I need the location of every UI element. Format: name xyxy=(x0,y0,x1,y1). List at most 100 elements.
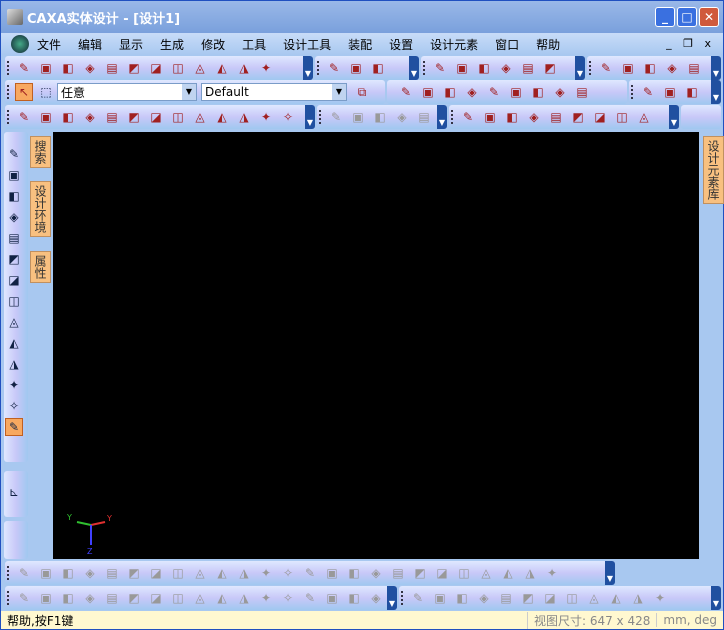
binoculars-icon[interactable]: ◭ xyxy=(213,59,231,77)
parallel-icon[interactable]: ◫ xyxy=(169,589,187,607)
feature3-icon[interactable]: ◧ xyxy=(371,108,389,126)
rotate2-icon[interactable]: ◧ xyxy=(453,589,471,607)
line3-icon[interactable]: ◧ xyxy=(59,564,77,582)
triball-icon[interactable]: ▣ xyxy=(347,59,365,77)
dim1-icon[interactable]: ▣ xyxy=(323,589,341,607)
mdi-controls[interactable]: _ ❐ x xyxy=(666,37,715,50)
diag3-icon[interactable]: ✎ xyxy=(301,589,319,607)
toolbar-options-button[interactable]: ▼ xyxy=(305,105,315,129)
menu-item[interactable]: 设置 xyxy=(389,36,413,53)
open-icon[interactable]: ◧ xyxy=(59,59,77,77)
fly-icon[interactable]: ◈ xyxy=(5,208,23,226)
menu-item[interactable]: 设计元素 xyxy=(430,36,478,53)
grid-icon[interactable]: ◈ xyxy=(475,589,493,607)
loft-icon[interactable]: ◈ xyxy=(497,59,515,77)
perpendicular-icon[interactable]: ◪ xyxy=(147,589,165,607)
assembly-icon[interactable]: ✎ xyxy=(325,59,343,77)
trim2-icon[interactable]: ◬ xyxy=(585,589,603,607)
angle-icon[interactable]: ▣ xyxy=(37,589,55,607)
undo-icon[interactable]: ▤ xyxy=(103,59,121,77)
spline3-icon[interactable]: ◫ xyxy=(455,564,473,582)
cylinder-icon[interactable]: ◧ xyxy=(529,83,547,101)
maximize-button[interactable]: □ xyxy=(677,7,697,27)
curve1-icon[interactable]: ✎ xyxy=(15,108,33,126)
render-icon[interactable]: ▤ xyxy=(573,83,591,101)
toolbar-options-button[interactable]: ▼ xyxy=(711,586,721,610)
tag-icon[interactable]: ✎ xyxy=(15,589,33,607)
sphere-icon[interactable]: ◧ xyxy=(441,83,459,101)
menu-item[interactable]: 生成 xyxy=(160,36,184,53)
toolbar-options-button[interactable]: ▼ xyxy=(711,56,721,80)
dim3-icon[interactable]: ◈ xyxy=(367,589,385,607)
tangent-icon[interactable]: ◬ xyxy=(191,589,209,607)
new-icon[interactable]: ✎ xyxy=(15,59,33,77)
view-box-icon[interactable]: ▣ xyxy=(507,83,525,101)
orbit-icon[interactable]: ▣ xyxy=(5,166,23,184)
target-icon[interactable]: ◫ xyxy=(5,292,23,310)
copy-icon[interactable]: ◫ xyxy=(169,59,187,77)
menu-item[interactable]: 文件 xyxy=(37,36,61,53)
stack2-icon[interactable]: ◮ xyxy=(521,564,539,582)
menu-item[interactable]: 修改 xyxy=(201,36,225,53)
toolbar-options-button[interactable]: ▼ xyxy=(669,105,679,129)
corner2-icon[interactable]: ▤ xyxy=(415,108,433,126)
ladder-icon[interactable]: ◈ xyxy=(525,108,543,126)
toolbox-icon[interactable]: ◧ xyxy=(369,59,387,77)
mirror-icon[interactable]: ◩ xyxy=(519,589,537,607)
zoom-fit-icon[interactable]: ◪ xyxy=(5,271,23,289)
tab-design-element-library[interactable]: 设计元素库 xyxy=(703,136,724,204)
curve2-icon[interactable]: ▣ xyxy=(37,108,55,126)
arc2-icon[interactable]: ◈ xyxy=(367,564,385,582)
camera1-icon[interactable]: ◭ xyxy=(5,334,23,352)
circle1-icon[interactable]: ◭ xyxy=(213,564,231,582)
line-icon[interactable]: ✎ xyxy=(15,564,33,582)
perspective-icon[interactable]: ✎ xyxy=(485,83,503,101)
new-drawing-icon[interactable]: ▣ xyxy=(37,59,55,77)
circle2-icon[interactable]: ◮ xyxy=(235,564,253,582)
section2-icon[interactable]: ▣ xyxy=(481,108,499,126)
fold1-icon[interactable]: ▤ xyxy=(547,108,565,126)
curve9-icon[interactable]: ◬ xyxy=(191,108,209,126)
fan-icon[interactable]: ◈ xyxy=(81,589,99,607)
corner-icon[interactable]: ◈ xyxy=(393,108,411,126)
fold2-icon[interactable]: ◩ xyxy=(569,108,587,126)
curve3-icon[interactable]: ◧ xyxy=(59,108,77,126)
tree-icon[interactable]: ⧉ xyxy=(353,83,371,101)
3d-viewport[interactable]: Y Y Z xyxy=(53,132,699,559)
camera4-icon[interactable]: ✧ xyxy=(5,397,23,415)
zoom-icon[interactable]: ▤ xyxy=(5,229,23,247)
toolbar-options-button[interactable]: ▼ xyxy=(437,105,447,129)
curve12-icon[interactable]: ✦ xyxy=(257,108,275,126)
feature2-icon[interactable]: ▣ xyxy=(349,108,367,126)
delete-icon[interactable]: ✦ xyxy=(651,589,669,607)
curve4-icon[interactable]: ◈ xyxy=(81,108,99,126)
menu-item[interactable]: 显示 xyxy=(119,36,143,53)
diag1-icon[interactable]: ✦ xyxy=(257,589,275,607)
axis-icon[interactable]: ⊾ xyxy=(5,483,23,501)
menu-item[interactable]: 设计工具 xyxy=(283,36,331,53)
extend-icon[interactable]: ◮ xyxy=(629,589,647,607)
spline1-icon[interactable]: ◩ xyxy=(411,564,429,582)
vertical-icon[interactable]: ◩ xyxy=(125,589,143,607)
section1-icon[interactable]: ✎ xyxy=(459,108,477,126)
tab-search[interactable]: 搜索 xyxy=(30,136,51,168)
wireframe-icon[interactable]: ✎ xyxy=(397,83,415,101)
camera-move-icon[interactable]: ◬ xyxy=(5,313,23,331)
select-box-icon[interactable]: ⬚ xyxy=(37,83,55,101)
box-icon[interactable]: ▣ xyxy=(419,83,437,101)
filter-select[interactable]: 任意 ▼ xyxy=(57,83,197,101)
image-icon[interactable]: ◩ xyxy=(541,59,559,77)
offset-icon[interactable]: ◪ xyxy=(541,589,559,607)
plane-icon[interactable]: ◧ xyxy=(641,59,659,77)
point-icon[interactable]: ◈ xyxy=(81,564,99,582)
toolbar-options-button[interactable]: ▼ xyxy=(711,80,721,104)
curve5-icon[interactable]: ▤ xyxy=(103,108,121,126)
spline2-icon[interactable]: ◪ xyxy=(433,564,451,582)
shaded-sphere-icon[interactable]: ◈ xyxy=(463,83,481,101)
toolbar-options-button[interactable]: ▼ xyxy=(409,56,419,80)
cube-wire-icon[interactable]: ▣ xyxy=(661,83,679,101)
toolbar-options-button[interactable]: ▼ xyxy=(605,561,615,585)
fold4-icon[interactable]: ◫ xyxy=(613,108,631,126)
curve11-icon[interactable]: ◮ xyxy=(235,108,253,126)
circle3-icon[interactable]: ✦ xyxy=(257,564,275,582)
